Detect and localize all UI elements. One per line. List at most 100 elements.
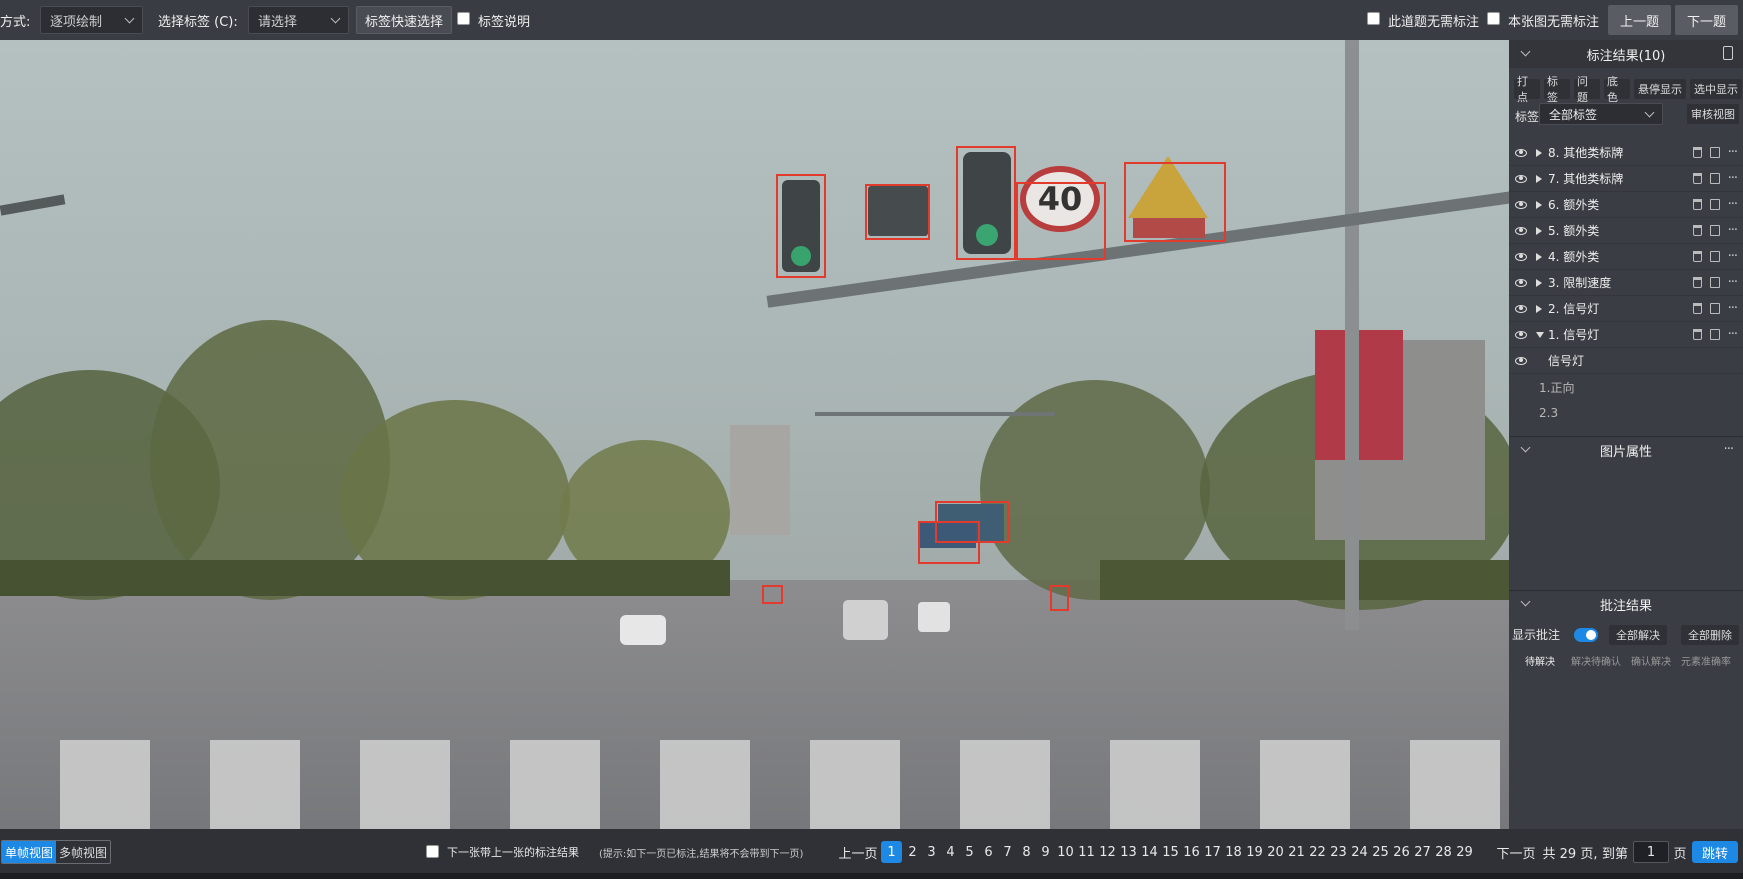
eye-icon[interactable] — [1515, 330, 1527, 339]
page-5-button[interactable]: 5 — [961, 841, 978, 863]
points-button[interactable]: 打点 — [1514, 75, 1540, 104]
page-18-button[interactable]: 18 — [1224, 841, 1243, 863]
copy-icon[interactable] — [1709, 199, 1720, 210]
lock-icon[interactable] — [1723, 46, 1733, 60]
page-29-button[interactable]: 29 — [1455, 841, 1474, 863]
annotation-box[interactable] — [918, 521, 980, 564]
page-15-button[interactable]: 15 — [1161, 841, 1180, 863]
copy-icon[interactable] — [1709, 173, 1720, 184]
more-icon[interactable]: ··· — [1728, 171, 1738, 186]
show-comments-toggle[interactable] — [1574, 628, 1598, 642]
copy-icon[interactable] — [1709, 251, 1720, 262]
carry-over-checkbox[interactable] — [426, 845, 439, 858]
annotation-box[interactable] — [1124, 162, 1226, 242]
tag-select[interactable]: 请选择 — [248, 6, 349, 34]
trash-icon[interactable] — [1692, 147, 1702, 158]
single-view-button[interactable]: 单帧视图 — [2, 841, 57, 863]
selected-show-button[interactable]: 选中显示 — [1690, 79, 1742, 99]
trash-icon[interactable] — [1692, 225, 1702, 236]
eye-icon[interactable] — [1515, 304, 1527, 313]
tag-desc-checkbox[interactable] — [457, 12, 470, 25]
page-19-button[interactable]: 19 — [1245, 841, 1264, 863]
page-23-button[interactable]: 23 — [1329, 841, 1348, 863]
more-icon[interactable]: ··· — [1728, 249, 1738, 264]
expand-icon[interactable] — [1536, 148, 1542, 157]
expand-icon[interactable] — [1536, 200, 1542, 209]
page-2-button[interactable]: 2 — [904, 841, 921, 863]
multi-view-button[interactable]: 多帧视图 — [56, 841, 111, 863]
issues-button[interactable]: 问题 — [1574, 75, 1600, 104]
trash-icon[interactable] — [1692, 199, 1702, 210]
next-question-button[interactable]: 下一题 — [1675, 5, 1738, 35]
expand-icon[interactable] — [1536, 252, 1542, 261]
page-1-button[interactable]: 1 — [881, 841, 902, 863]
expand-icon[interactable] — [1536, 226, 1542, 235]
trash-icon[interactable] — [1692, 303, 1702, 314]
tab-pending[interactable]: 待解决 — [1525, 653, 1555, 668]
annotation-box[interactable] — [762, 585, 783, 604]
review-view-button[interactable]: 审核视图 — [1687, 104, 1739, 124]
page-7-button[interactable]: 7 — [999, 841, 1016, 863]
page-8-button[interactable]: 8 — [1018, 841, 1035, 863]
more-icon[interactable]: ··· — [1728, 327, 1738, 342]
goto-input[interactable]: 1 — [1633, 841, 1669, 863]
page-16-button[interactable]: 16 — [1182, 841, 1201, 863]
copy-icon[interactable] — [1709, 277, 1720, 288]
page-21-button[interactable]: 21 — [1287, 841, 1306, 863]
page-12-button[interactable]: 12 — [1098, 841, 1117, 863]
background-button[interactable]: 底色 — [1604, 75, 1630, 104]
page-10-button[interactable]: 10 — [1056, 841, 1075, 863]
tab-accuracy[interactable]: 元素准确率 — [1681, 653, 1731, 668]
page-6-button[interactable]: 6 — [980, 841, 997, 863]
annotation-box[interactable] — [956, 146, 1016, 260]
delete-all-button[interactable]: 全部删除 — [1681, 625, 1739, 645]
tab-confirmed[interactable]: 确认解决 — [1631, 653, 1671, 668]
more-icon[interactable]: ··· — [1728, 197, 1738, 212]
list-item[interactable]: 6. 额外类 ··· — [1509, 192, 1743, 218]
more-icon[interactable]: ··· — [1728, 275, 1738, 290]
next-page-button[interactable]: 下一页 — [1495, 841, 1537, 863]
more-icon[interactable]: ··· — [1728, 145, 1738, 160]
list-item[interactable]: 1. 信号灯 ··· — [1509, 322, 1743, 348]
more-icon[interactable]: ··· — [1724, 442, 1734, 457]
trash-icon[interactable] — [1692, 277, 1702, 288]
scrollbar-track[interactable] — [0, 873, 1743, 879]
hover-show-button[interactable]: 悬停显示 — [1634, 79, 1686, 99]
page-17-button[interactable]: 17 — [1203, 841, 1222, 863]
list-item[interactable]: 7. 其他类标牌 ··· — [1509, 166, 1743, 192]
jump-button[interactable]: 跳转 — [1692, 841, 1738, 863]
eye-icon[interactable] — [1515, 200, 1527, 209]
copy-icon[interactable] — [1709, 303, 1720, 314]
trash-icon[interactable] — [1692, 251, 1702, 262]
mode-select[interactable]: 逐项绘制 — [40, 6, 143, 34]
eye-icon[interactable] — [1515, 226, 1527, 235]
prev-page-button[interactable]: 上一页 — [838, 841, 878, 863]
labels-button[interactable]: 标签 — [1544, 75, 1570, 104]
quick-select-button[interactable]: 标签快速选择 — [356, 6, 452, 34]
resolve-all-button[interactable]: 全部解决 — [1609, 625, 1667, 645]
list-item[interactable]: 4. 额外类 ··· — [1509, 244, 1743, 270]
list-item[interactable]: 2. 信号灯 ··· — [1509, 296, 1743, 322]
tab-resolved-pending[interactable]: 解决待确认 — [1571, 653, 1621, 668]
expand-icon[interactable] — [1536, 174, 1542, 183]
page-27-button[interactable]: 27 — [1413, 841, 1432, 863]
page-13-button[interactable]: 13 — [1119, 841, 1138, 863]
trash-icon[interactable] — [1692, 173, 1702, 184]
page-20-button[interactable]: 20 — [1266, 841, 1285, 863]
page-11-button[interactable]: 11 — [1077, 841, 1096, 863]
prev-question-button[interactable]: 上一题 — [1608, 5, 1671, 35]
list-item[interactable]: 8. 其他类标牌 ··· — [1509, 140, 1743, 166]
more-icon[interactable]: ··· — [1728, 223, 1738, 238]
copy-icon[interactable] — [1709, 329, 1720, 340]
more-icon[interactable]: ··· — [1728, 301, 1738, 316]
collapse-icon[interactable] — [1536, 331, 1544, 338]
copy-icon[interactable] — [1709, 225, 1720, 236]
page-4-button[interactable]: 4 — [942, 841, 959, 863]
expand-icon[interactable] — [1536, 304, 1542, 313]
trash-icon[interactable] — [1692, 329, 1702, 340]
eye-icon[interactable] — [1515, 356, 1527, 365]
page-25-button[interactable]: 25 — [1371, 841, 1390, 863]
no-annot-question-checkbox[interactable] — [1367, 12, 1380, 25]
page-26-button[interactable]: 26 — [1392, 841, 1411, 863]
page-22-button[interactable]: 22 — [1308, 841, 1327, 863]
